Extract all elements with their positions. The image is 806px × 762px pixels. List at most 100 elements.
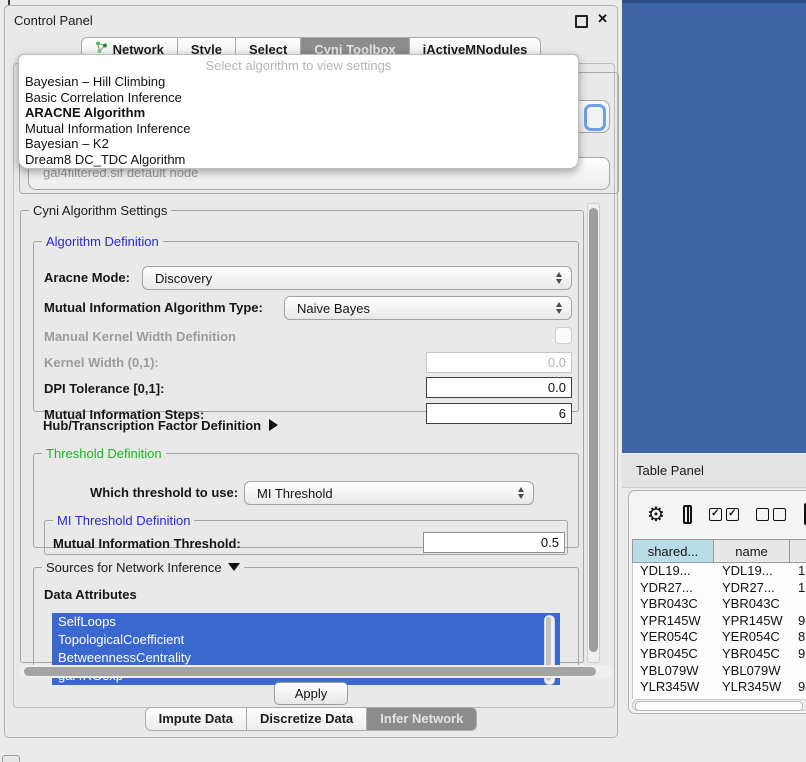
- settings-group-title: Cyni Algorithm Settings: [29, 203, 171, 218]
- table-cell: YER054C: [633, 629, 715, 646]
- stepper-icon: [513, 487, 533, 499]
- kernel-width-field[interactable]: 0.0: [426, 352, 572, 373]
- screen: Control Panel ✕ NetworkStyleSelectCyni T…: [0, 0, 806, 762]
- mi-steps-field[interactable]: 6: [426, 403, 572, 424]
- table-row[interactable]: YDR27...YDR27...12: [633, 580, 806, 597]
- corner-button[interactable]: [2, 755, 20, 762]
- scrollbar-thumb[interactable]: [635, 701, 803, 711]
- table-cell: [791, 663, 806, 680]
- unchecked-pair-icon[interactable]: [756, 508, 786, 521]
- algorithm-definition-title: Algorithm Definition: [42, 234, 163, 249]
- table-cell: [791, 596, 806, 613]
- table-cell: 9.: [791, 646, 806, 663]
- stepper-icon: [551, 272, 571, 284]
- data-attributes-label: Data Attributes: [44, 587, 137, 602]
- table-header-row: shared...name: [632, 539, 806, 563]
- threshold-definition-group: Threshold Definition Which threshold to …: [33, 446, 579, 548]
- column-header[interactable]: shared...: [632, 539, 714, 563]
- dpi-tolerance-field[interactable]: 0.0: [426, 377, 572, 398]
- collapse-down-icon: [228, 563, 240, 571]
- manual-kernel-checkbox[interactable]: [555, 327, 572, 344]
- table-rows: YDL19...YDL19...13YDR27...YDR27...12YBR0…: [632, 563, 806, 699]
- hub-definition-toggle[interactable]: Hub/Transcription Factor Definition: [43, 418, 278, 433]
- sources-title: Sources for Network Inference: [46, 560, 222, 575]
- table-cell: YBR045C: [633, 646, 715, 663]
- algorithm-definition-group: Algorithm Definition Aracne Mode: Discov…: [33, 234, 579, 412]
- cyni-algorithm-settings-group: Cyni Algorithm Settings Algorithm Defini…: [20, 203, 584, 663]
- manual-kernel-label: Manual Kernel Width Definition: [44, 329, 236, 344]
- table-cell: YBR045C: [715, 646, 791, 663]
- dropdown-item[interactable]: Dream8 DC_TDC Algorithm: [19, 152, 578, 168]
- settings-vertical-scrollbar[interactable]: [587, 203, 600, 663]
- dropdown-item[interactable]: ARACNE Algorithm: [19, 105, 578, 121]
- table-cell: YBL079W: [633, 663, 715, 680]
- settings-horizontal-scrollbar[interactable]: [20, 665, 612, 678]
- table-row[interactable]: YBL079WYBL079W: [633, 663, 806, 680]
- table-row[interactable]: YDL19...YDL19...13: [633, 563, 806, 580]
- which-threshold-label: Which threshold to use:: [90, 485, 238, 500]
- table-cell: 9.: [791, 613, 806, 630]
- cyni-bottom-tabs: Impute DataDiscretize DataInfer Network: [5, 707, 617, 731]
- table-cell: YLR345W: [715, 679, 791, 696]
- aracne-mode-label: Aracne Mode:: [44, 270, 130, 285]
- table-cell: YBR043C: [633, 596, 715, 613]
- table-row[interactable]: YBR045CYBR045C9.: [633, 646, 806, 663]
- bottom-tab-impute-data[interactable]: Impute Data: [145, 707, 247, 731]
- close-panel-icon[interactable]: ✕: [597, 11, 608, 27]
- dpi-tolerance-label: DPI Tolerance [0,1]:: [44, 381, 164, 396]
- table-cell: YDL19...: [715, 563, 791, 580]
- column-header[interactable]: [790, 539, 806, 563]
- table-row[interactable]: YLR345WYLR345W9.: [633, 679, 806, 696]
- table-cell: YPR145W: [715, 613, 791, 630]
- aracne-mode-combobox[interactable]: Discovery: [142, 266, 572, 290]
- scrollbar-thumb[interactable]: [24, 667, 596, 676]
- columns-icon[interactable]: [683, 505, 692, 524]
- table-cell: 13: [791, 563, 806, 580]
- attribute-item[interactable]: TopologicalCoefficient: [52, 631, 560, 649]
- table-cell: YDR27...: [715, 580, 791, 597]
- dropdown-item[interactable]: Bayesian – K2: [19, 136, 578, 152]
- mi-threshold-label: Mutual Information Threshold:: [53, 536, 241, 551]
- table-cell: YPR145W: [633, 613, 715, 630]
- sources-toggle[interactable]: Sources for Network Inference: [42, 560, 244, 575]
- dropdown-item[interactable]: Bayesian – Hill Climbing: [19, 74, 578, 90]
- scrollbar-thumb[interactable]: [589, 208, 598, 652]
- float-panel-icon[interactable]: [575, 15, 588, 28]
- table-panel-title: Table Panel: [622, 463, 704, 478]
- table-cell: 8.: [791, 629, 806, 646]
- column-header[interactable]: name: [714, 539, 790, 563]
- table-cell: YDL19...: [633, 563, 715, 580]
- network-desktop-background: GALGAL80GAL10GAL1GAL11SWI4GAL4GCY1HAP4YH…: [622, 0, 806, 453]
- apply-button[interactable]: Apply: [274, 682, 348, 705]
- table-cell: YLR345W: [633, 679, 715, 696]
- table-cell: YBR043C: [715, 596, 791, 613]
- combo-focus-arrow-icon: [584, 104, 606, 131]
- dropdown-item[interactable]: Basic Correlation Inference: [19, 90, 578, 106]
- table-row[interactable]: YER054CYER054C8.: [633, 629, 806, 646]
- mi-type-value: Naive Bayes: [285, 301, 551, 316]
- which-threshold-combobox[interactable]: MI Threshold: [244, 481, 534, 505]
- attribute-item[interactable]: SelfLoops: [52, 613, 560, 631]
- table-cell: YER054C: [715, 629, 791, 646]
- dropdown-prompt: Select algorithm to view settings: [19, 57, 578, 74]
- table-panel-header: Table Panel: [622, 455, 806, 488]
- table-horizontal-scrollbar[interactable]: [632, 699, 806, 711]
- threshold-definition-title: Threshold Definition: [42, 446, 166, 461]
- gear-icon[interactable]: ⚙: [647, 502, 665, 527]
- table-cell: 9.: [791, 679, 806, 696]
- table-row[interactable]: YPR145WYPR145W9.: [633, 613, 806, 630]
- dropdown-item[interactable]: Mutual Information Inference: [19, 121, 578, 137]
- table-panel: ⚙✓✓ shared...name YDL19...YDL19...13YDR2…: [628, 490, 806, 714]
- kernel-width-label: Kernel Width (0,1):: [44, 355, 159, 370]
- mi-type-combobox[interactable]: Naive Bayes: [284, 296, 572, 320]
- which-threshold-value: MI Threshold: [245, 486, 513, 501]
- control-panel-title: Control Panel: [14, 13, 93, 28]
- table-cell: 12: [791, 580, 806, 597]
- bottom-tab-discretize-data[interactable]: Discretize Data: [247, 707, 367, 731]
- mi-threshold-field[interactable]: 0.5: [423, 532, 565, 553]
- node-table: shared...name YDL19...YDL19...13YDR27...…: [632, 539, 806, 699]
- bottom-tab-infer-network[interactable]: Infer Network: [367, 707, 477, 731]
- checked-pair-icon[interactable]: ✓✓: [709, 508, 739, 521]
- table-cell: YBL079W: [715, 663, 791, 680]
- table-row[interactable]: YBR043CYBR043C: [633, 596, 806, 613]
